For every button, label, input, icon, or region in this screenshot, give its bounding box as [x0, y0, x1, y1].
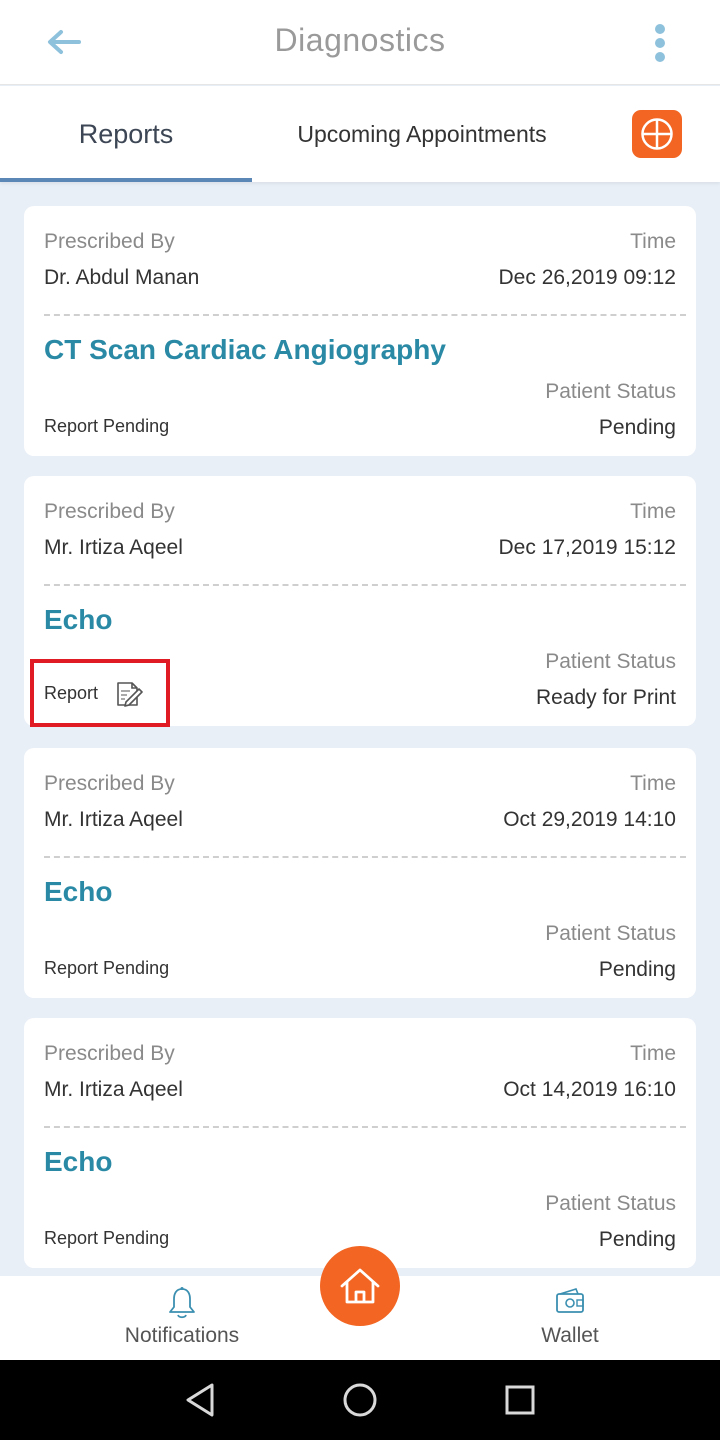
square-recents-icon — [505, 1385, 535, 1415]
report-card[interactable]: Prescribed By Time Dr. Abdul Manan Dec 2… — [24, 206, 696, 456]
nav-wallet-label: Wallet — [541, 1324, 599, 1347]
report-link-label: Report — [44, 682, 99, 703]
patient-status-label: Patient Status — [545, 650, 676, 673]
home-icon — [340, 1268, 380, 1304]
nav-notifications-label: Notifications — [124, 1324, 240, 1347]
nav-notifications[interactable]: Notifications — [62, 1276, 302, 1360]
prescribed-by-label: Prescribed By — [44, 1042, 175, 1065]
system-recents-button[interactable] — [495, 1380, 545, 1420]
prescribed-by-label: Prescribed By — [44, 500, 175, 523]
system-back-button[interactable] — [175, 1380, 225, 1420]
bell-icon — [169, 1287, 195, 1319]
test-name: CT Scan Cardiac Angiography — [44, 334, 446, 365]
report-card[interactable]: Prescribed By Time Mr. Irtiza Aqeel Oct … — [24, 1018, 696, 1268]
doctor-name: Mr. Irtiza Aqeel — [44, 1078, 183, 1101]
home-button[interactable] — [320, 1246, 400, 1326]
time-label: Time — [630, 500, 676, 523]
patient-status-value: Ready for Print — [535, 686, 676, 709]
report-state: Report Pending — [44, 958, 170, 978]
nav-wallet[interactable]: Wallet — [450, 1276, 690, 1360]
dashed-divider — [44, 584, 686, 586]
time-label: Time — [630, 1042, 676, 1065]
active-tab-indicator — [0, 178, 252, 182]
appointment-time: Dec 17,2019 15:12 — [498, 536, 676, 559]
add-button[interactable] — [632, 110, 682, 158]
appointment-time: Oct 29,2019 14:10 — [503, 808, 676, 831]
prescribed-by-label: Prescribed By — [44, 772, 175, 795]
app-bar: Diagnostics — [0, 0, 720, 85]
view-report-button[interactable]: Report — [30, 659, 170, 727]
add-circle-icon — [641, 118, 673, 150]
tab-reports[interactable]: Reports — [0, 86, 252, 182]
dashed-divider — [44, 856, 686, 858]
dashed-divider — [44, 1126, 686, 1128]
tab-upcoming-appointments[interactable]: Upcoming Appointments — [252, 86, 592, 182]
patient-status-value: Pending — [598, 416, 676, 439]
appointment-time: Dec 26,2019 09:12 — [498, 266, 676, 289]
test-name: Echo — [44, 876, 113, 907]
patient-status-label: Patient Status — [545, 922, 676, 945]
circle-home-icon — [343, 1383, 377, 1417]
system-navigation-bar — [0, 1360, 720, 1440]
report-card[interactable]: Prescribed By Time Mr. Irtiza Aqeel Oct … — [24, 748, 696, 998]
dashed-divider — [44, 314, 686, 316]
patient-status-value: Pending — [598, 958, 676, 981]
time-label: Time — [630, 772, 676, 795]
triangle-back-icon — [186, 1383, 214, 1417]
doctor-name: Mr. Irtiza Aqeel — [44, 808, 183, 831]
tab-bar: Reports Upcoming Appointments — [0, 86, 720, 182]
report-state: Report Pending — [44, 1228, 170, 1248]
system-home-button[interactable] — [335, 1380, 385, 1420]
wallet-icon — [556, 1288, 584, 1313]
report-card[interactable]: Prescribed By Time Mr. Irtiza Aqeel Dec … — [24, 476, 696, 727]
page-title: Diagnostics — [274, 22, 446, 58]
patient-status-label: Patient Status — [545, 380, 676, 403]
time-label: Time — [630, 230, 676, 253]
test-name: Echo — [44, 604, 113, 635]
patient-status-value: Pending — [598, 1228, 676, 1251]
doctor-name: Dr. Abdul Manan — [44, 266, 200, 289]
test-name: Echo — [44, 1146, 113, 1177]
report-state: Report Pending — [44, 416, 170, 436]
more-vertical-icon — [655, 24, 665, 62]
doctor-name: Mr. Irtiza Aqeel — [44, 536, 183, 559]
patient-status-label: Patient Status — [545, 1192, 676, 1215]
appointment-time: Oct 14,2019 16:10 — [503, 1078, 676, 1101]
more-options-button[interactable] — [640, 20, 680, 66]
prescribed-by-label: Prescribed By — [44, 230, 175, 253]
document-edit-icon — [117, 682, 143, 707]
